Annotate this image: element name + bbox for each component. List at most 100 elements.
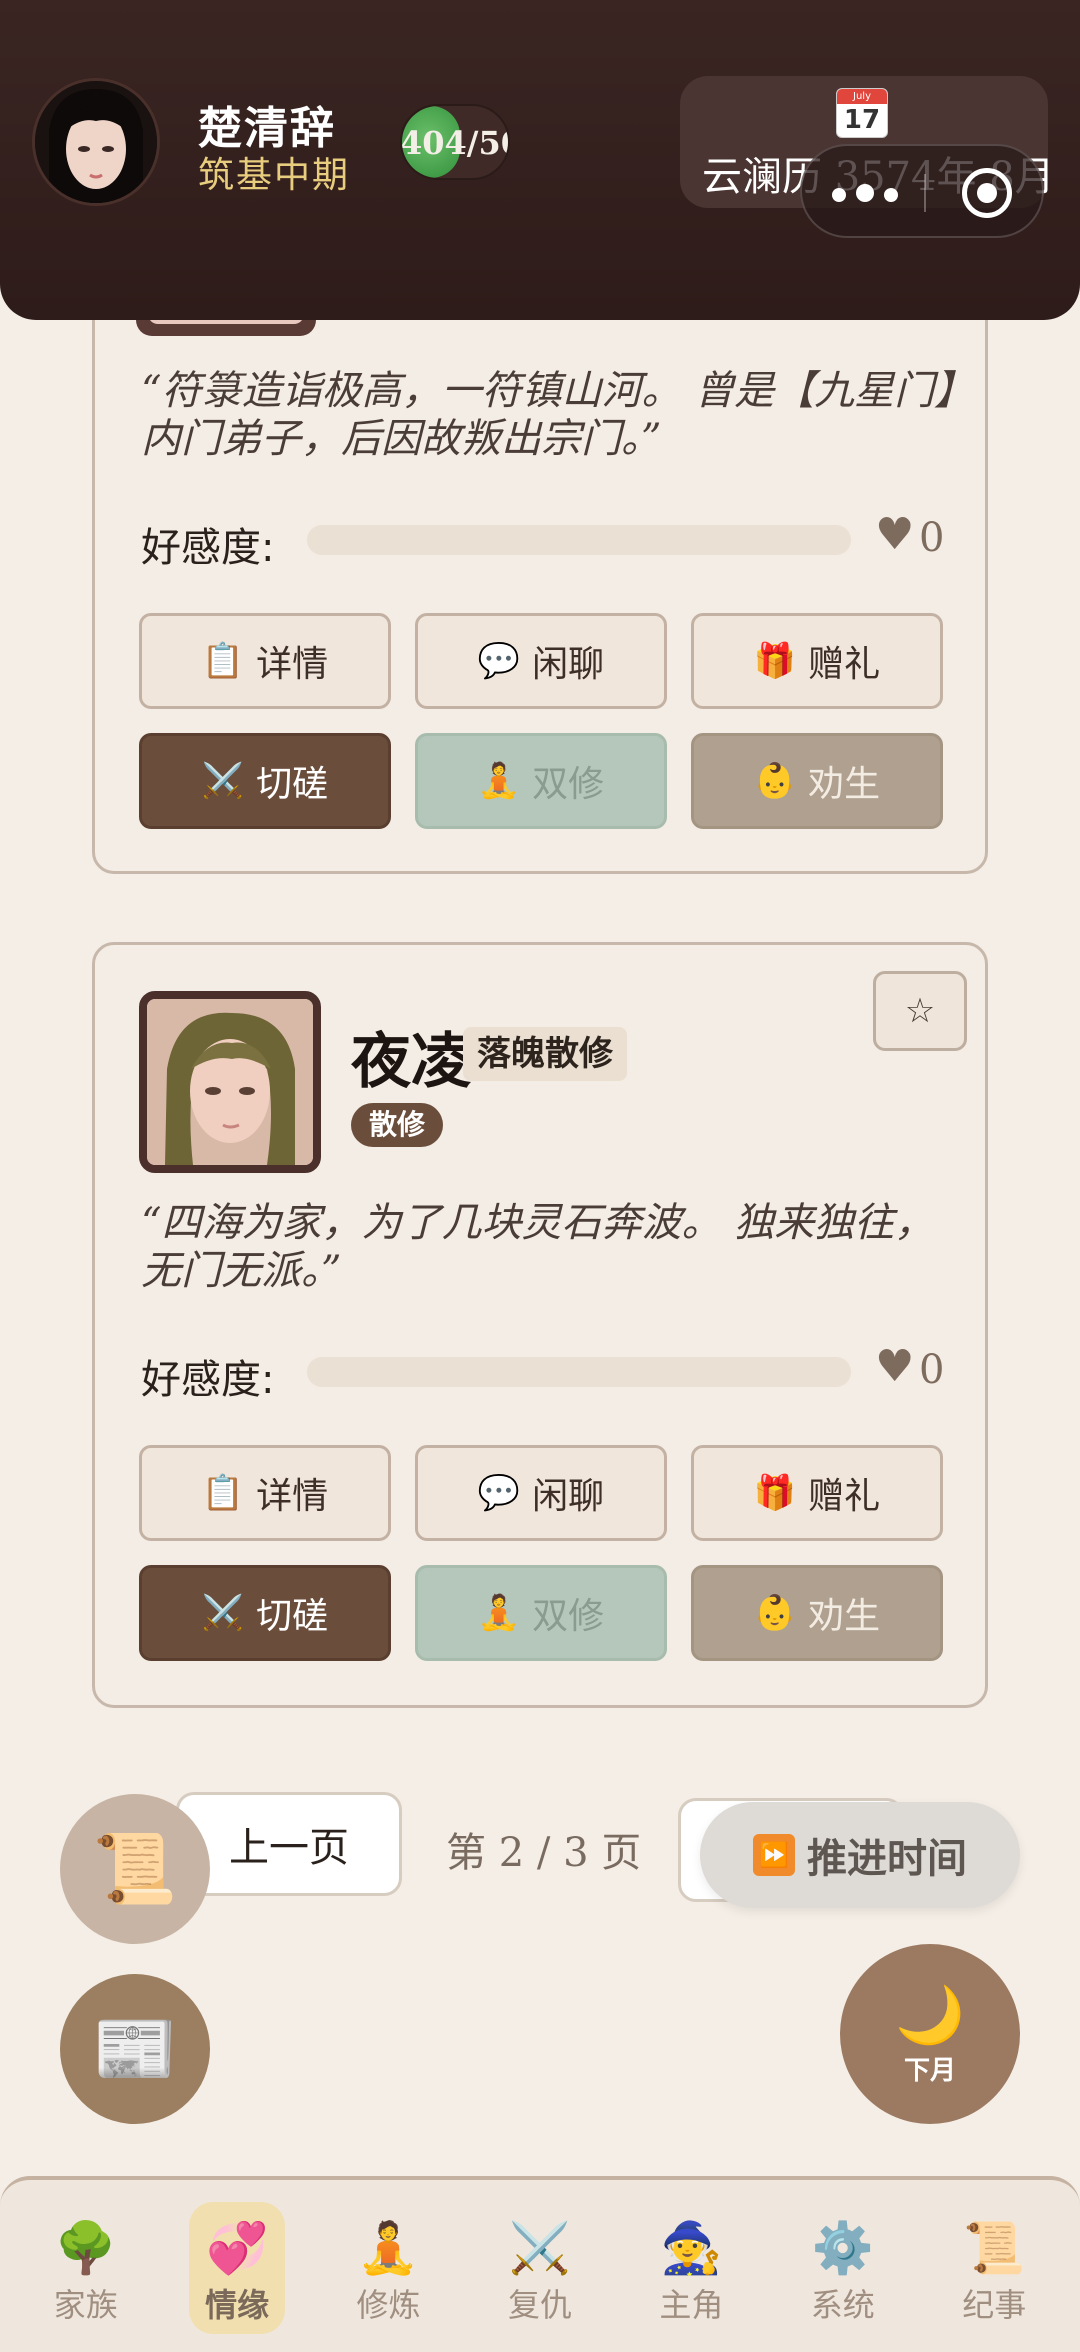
calendar-month: July: [837, 89, 887, 104]
nav-label: 系统: [810, 2286, 875, 2324]
meditation-icon: 🧘: [477, 761, 521, 801]
close-target-icon[interactable]: [962, 168, 1012, 218]
detail-label: 详情: [256, 1476, 329, 1517]
bottom-navigation: 🌳 家族 💞 情缘 🧘 修炼 ⚔️ 复仇 🧙 主角 ⚙️ 系统 📜 纪事: [0, 2176, 1080, 2352]
affection-bar: [307, 525, 851, 555]
hp-text: 404/500: [400, 124, 508, 162]
affection-value: 0: [919, 1347, 945, 1393]
detail-button[interactable]: 📋 详情: [139, 613, 391, 709]
gift-button[interactable]: 🎁 赠礼: [691, 1445, 943, 1541]
chat-label: 闲聊: [532, 1476, 605, 1517]
page-indicator: 第 2 / 3 页: [446, 1830, 642, 1876]
detail-label: 详情: [256, 644, 329, 685]
chat-label: 闲聊: [532, 644, 605, 685]
chat-button[interactable]: 💬 闲聊: [415, 613, 667, 709]
nav-label: 家族: [53, 2286, 118, 2324]
gift-label: 赠礼: [808, 1476, 881, 1517]
favorite-star-button[interactable]: ☆: [873, 971, 967, 1051]
nav-item-romance[interactable]: 💞 情缘: [167, 2180, 307, 2352]
scroll-fab-button[interactable]: 📜: [60, 1794, 210, 1944]
npc-name: 夜凌: [351, 1027, 471, 1097]
nav-label: 纪事: [962, 2286, 1027, 2324]
spar-label: 切磋: [256, 1596, 329, 1637]
gift-label: 赠礼: [808, 644, 881, 685]
baby-icon: 👶: [753, 1593, 797, 1633]
birth-label: 劝生: [808, 764, 881, 805]
gift-button[interactable]: 🎁 赠礼: [691, 613, 943, 709]
top-status-bar: 楚清辞 筑基中期 404/500 July 17 云澜历 3574年 8月: [0, 0, 1080, 320]
player-realm: 筑基中期: [198, 155, 351, 196]
dual-label: 双修: [532, 764, 605, 805]
npc-type-tag: 散修: [351, 1103, 444, 1147]
heart-icon: ♥: [875, 509, 915, 560]
crossed-swords-icon: ⚔️: [201, 761, 245, 801]
nav-item-chronicle[interactable]: 📜 纪事: [924, 2180, 1064, 2352]
hearts-icon: 💞: [205, 2219, 269, 2277]
nav-item-cultivation[interactable]: 🧘 修炼: [319, 2180, 459, 2352]
affection-bar: [307, 1357, 851, 1387]
gift-icon: 🎁: [753, 1473, 797, 1513]
capsule-divider: [924, 174, 926, 212]
speech-bubble-icon: 💬: [477, 1473, 521, 1513]
nav-item-system[interactable]: ⚙️ 系统: [773, 2180, 913, 2352]
npc-quote: “四海为家，为了几块灵石奔波。 独来独往，无门无派。”: [141, 1200, 935, 1294]
spar-button[interactable]: ⚔️ 切磋: [139, 1565, 391, 1661]
crescent-moon-icon: 🌙: [895, 1982, 965, 2048]
calendar-day: 17: [843, 105, 881, 135]
nav-item-revenge[interactable]: ⚔️ 复仇: [470, 2180, 610, 2352]
nav-label: 修炼: [356, 2286, 421, 2324]
player-avatar[interactable]: [32, 78, 160, 206]
more-menu-button[interactable]: [832, 176, 932, 210]
affection-label: 好感度:: [141, 1357, 275, 1403]
crossed-swords-icon: ⚔️: [508, 2219, 572, 2277]
clipboard-icon: 📋: [201, 641, 245, 681]
nav-label: 主角: [659, 2286, 724, 2324]
tree-icon: 🌳: [54, 2219, 117, 2277]
speech-bubble-icon: 💬: [477, 641, 521, 681]
dual-cultivation-button[interactable]: 🧘 双修: [415, 1565, 667, 1661]
calendar-icon: July 17: [836, 88, 888, 138]
prev-page-button[interactable]: 上一页: [176, 1792, 402, 1896]
meditation-icon: 🧘: [477, 1593, 521, 1633]
meditation-icon: 🧘: [357, 2219, 420, 2277]
npc-avatar[interactable]: [139, 991, 321, 1173]
detail-button[interactable]: 📋 详情: [139, 1445, 391, 1541]
hp-indicator: 404/500: [400, 104, 510, 180]
persuade-birth-button[interactable]: 👶 劝生: [691, 1565, 943, 1661]
next-month-label: 下月: [903, 2055, 956, 2086]
nav-label: 复仇: [507, 2286, 572, 2324]
scroll-icon: 📜: [92, 1830, 178, 1909]
next-month-button[interactable]: 🌙 下月: [840, 1944, 1020, 2124]
npc-card-2: 夜凌 落魄散修 散修 ☆ “四海为家，为了几块灵石奔波。 独来独往，无门无派。”…: [92, 942, 988, 1708]
npc-quote: “符箓造诣极高，一符镇山河。 曾是【九星门】内门弟子，后因故叛出宗门。”: [141, 368, 955, 462]
dual-label: 双修: [532, 1596, 605, 1637]
crossed-swords-icon: ⚔️: [201, 1593, 245, 1633]
clipboard-icon: 📋: [201, 1473, 245, 1513]
spar-button[interactable]: ⚔️ 切磋: [139, 733, 391, 829]
scroll-icon: 📜: [963, 2219, 1026, 2277]
advance-time-label: 推进时间: [807, 1836, 967, 1882]
player-portrait-icon: [35, 81, 157, 203]
spar-label: 切磋: [256, 764, 329, 805]
newspaper-icon: 📰: [92, 2010, 178, 2089]
birth-label: 劝生: [808, 1596, 881, 1637]
baby-icon: 👶: [753, 761, 797, 801]
npc-portrait-icon: [147, 999, 313, 1165]
affection-value: 0: [919, 515, 945, 561]
advance-time-button[interactable]: ⏩ 推进时间: [700, 1802, 1020, 1908]
nav-item-protagonist[interactable]: 🧙 主角: [621, 2180, 761, 2352]
gift-icon: 🎁: [753, 641, 797, 681]
persuade-birth-button[interactable]: 👶 劝生: [691, 733, 943, 829]
nav-label: 情缘: [205, 2286, 270, 2324]
fast-forward-icon: ⏩: [753, 1834, 795, 1876]
affection-label: 好感度:: [141, 525, 275, 571]
dual-cultivation-button[interactable]: 🧘 双修: [415, 733, 667, 829]
newspaper-fab-button[interactable]: 📰: [60, 1974, 210, 2124]
wizard-icon: 🧙: [660, 2219, 723, 2277]
miniprogram-capsule: [800, 144, 1044, 238]
npc-sect-badge: 落魄散修: [463, 1027, 627, 1081]
heart-icon: ♥: [875, 1341, 915, 1392]
chat-button[interactable]: 💬 闲聊: [415, 1445, 667, 1541]
gear-icon: ⚙️: [811, 2219, 874, 2277]
nav-item-family[interactable]: 🌳 家族: [16, 2180, 156, 2352]
